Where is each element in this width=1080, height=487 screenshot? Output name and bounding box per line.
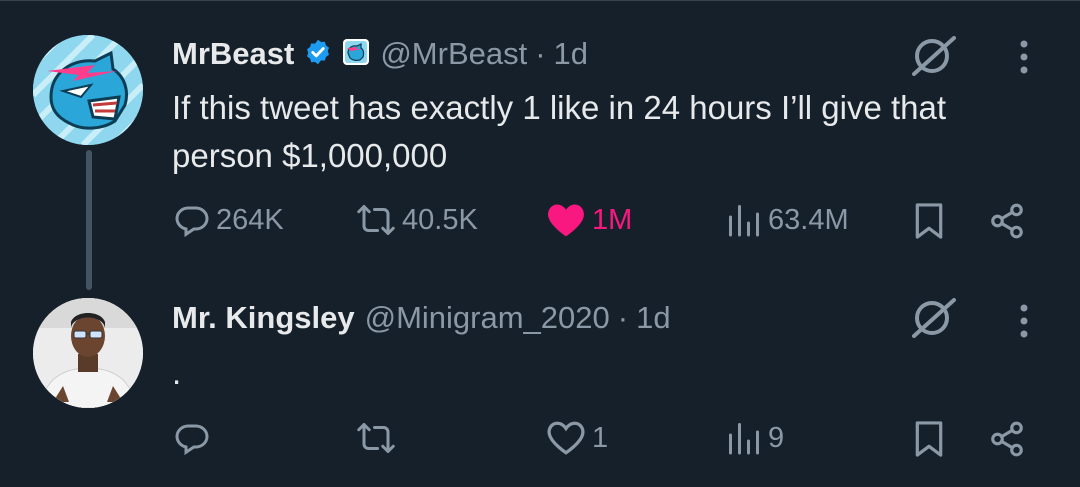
share-button[interactable] <box>988 202 1026 240</box>
avatar[interactable] <box>33 35 143 145</box>
grok-icon[interactable] <box>906 34 960 81</box>
reply-count: 264K <box>216 203 284 236</box>
top-divider <box>0 0 1080 1</box>
retweet-icon <box>357 423 395 453</box>
retweet-icon <box>357 205 395 235</box>
heart-filled-icon <box>548 204 584 237</box>
view-count: 9 <box>768 421 785 454</box>
mrbeast-logo-icon <box>33 35 143 145</box>
avatar[interactable] <box>33 298 143 408</box>
views-chart-icon <box>729 423 759 455</box>
like-count: 1M <box>592 203 633 236</box>
grok-icon[interactable] <box>906 296 960 343</box>
share-icon <box>991 203 1023 239</box>
separator-dot: · <box>617 300 629 335</box>
profile-photo <box>33 298 143 408</box>
timestamp[interactable]: 1d <box>554 36 588 72</box>
like-button[interactable]: 1M <box>546 202 632 238</box>
like-count: 1 <box>592 421 609 454</box>
view-count: 63.4M <box>768 203 849 236</box>
thread-connector <box>86 150 92 290</box>
views-button[interactable]: 63.4M <box>726 202 849 238</box>
affiliate-badge-icon <box>342 38 370 71</box>
author-handle[interactable]: @Minigram_2020 <box>365 300 610 336</box>
more-options-icon[interactable] <box>1017 38 1031 83</box>
tweet-text: If this tweet has exactly 1 like in 24 h… <box>172 89 947 174</box>
reply-button[interactable]: 264K <box>174 202 284 238</box>
reply-button[interactable] <box>174 420 216 456</box>
retweet-count: 40.5K <box>402 203 478 236</box>
retweet-button[interactable]: 40.5K <box>356 202 478 238</box>
more-options-icon[interactable] <box>1017 302 1031 347</box>
separator-dot: · <box>535 36 546 71</box>
views-button[interactable]: 9 <box>726 420 784 456</box>
share-icon <box>991 421 1023 457</box>
like-button[interactable]: 1 <box>546 420 608 456</box>
verified-badge-icon <box>304 38 332 71</box>
author-name[interactable]: Mr. Kingsley <box>172 300 355 336</box>
bookmark-button[interactable] <box>914 420 944 458</box>
reply-icon <box>175 424 209 456</box>
views-chart-icon <box>729 205 759 237</box>
bookmark-button[interactable] <box>914 202 944 240</box>
bookmark-icon <box>915 203 943 239</box>
author-name[interactable]: MrBeast <box>172 36 294 72</box>
reply-header: Mr. Kingsley @Minigram_2020 · 1d <box>172 298 671 338</box>
bookmark-icon <box>915 421 943 457</box>
tweet-header: MrBeast @MrBeast · 1d <box>172 34 588 74</box>
timestamp[interactable]: 1d <box>636 300 670 336</box>
retweet-button[interactable] <box>356 420 402 456</box>
reply-icon <box>175 206 209 238</box>
heart-outline-icon <box>547 421 585 455</box>
author-handle[interactable]: @MrBeast <box>380 36 527 72</box>
reply-text: . <box>172 354 182 391</box>
share-button[interactable] <box>988 420 1026 458</box>
